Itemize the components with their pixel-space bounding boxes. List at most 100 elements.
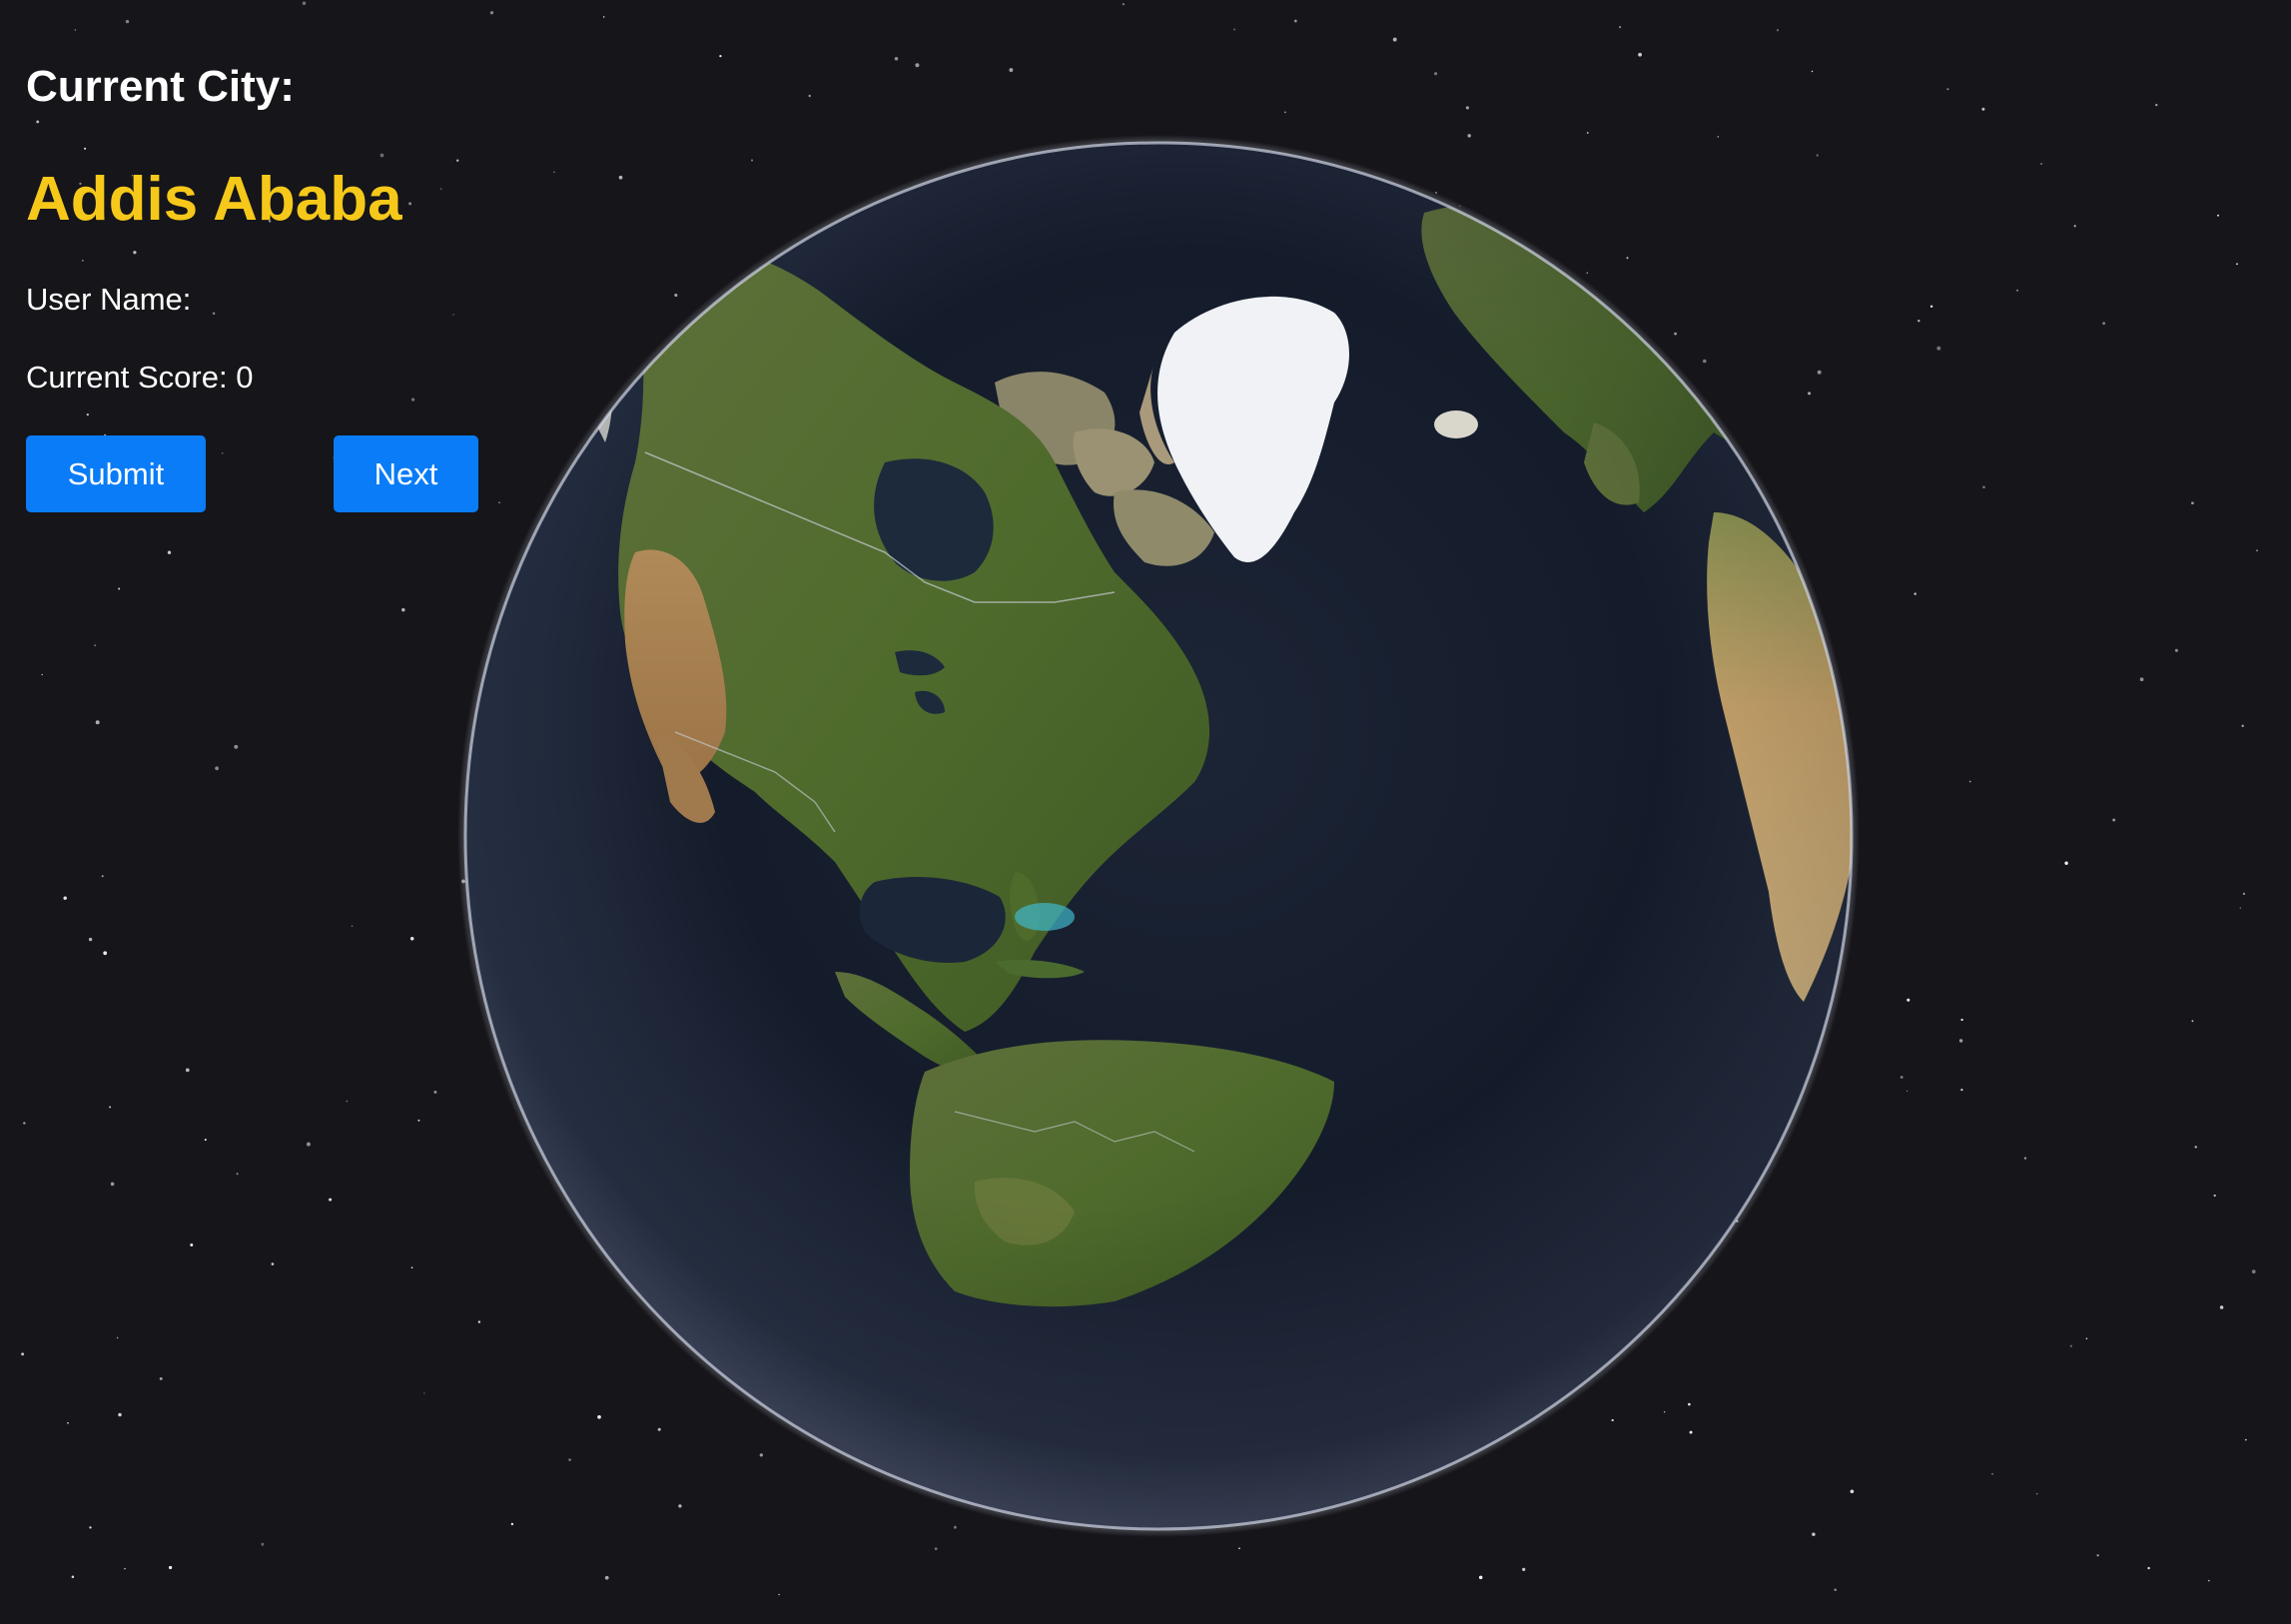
star bbox=[934, 1547, 938, 1551]
star bbox=[212, 312, 216, 316]
star bbox=[236, 1173, 239, 1176]
star bbox=[346, 1100, 349, 1103]
star bbox=[417, 1119, 420, 1122]
star bbox=[2112, 818, 2116, 822]
score-label: Current Score: bbox=[26, 360, 237, 395]
star bbox=[2241, 724, 2244, 727]
star bbox=[215, 766, 219, 771]
star bbox=[133, 251, 137, 255]
star bbox=[351, 925, 354, 927]
star bbox=[110, 1182, 115, 1187]
star bbox=[1913, 592, 1916, 595]
star bbox=[1960, 1089, 1963, 1092]
star bbox=[89, 1526, 92, 1529]
next-button[interactable]: Next bbox=[334, 435, 478, 512]
star bbox=[423, 1392, 425, 1394]
star bbox=[410, 398, 415, 402]
star bbox=[2244, 1438, 2247, 1441]
star bbox=[409, 937, 414, 941]
star bbox=[74, 29, 77, 31]
star bbox=[2219, 1305, 2224, 1309]
star bbox=[2096, 1554, 2099, 1557]
star bbox=[2155, 103, 2158, 107]
star bbox=[1936, 346, 1941, 351]
star bbox=[1238, 1547, 1240, 1550]
star bbox=[2102, 322, 2106, 326]
current-city-name: Addis Ababa bbox=[26, 165, 402, 234]
score-value: 0 bbox=[236, 360, 254, 395]
star bbox=[1434, 72, 1438, 76]
star bbox=[109, 1106, 112, 1109]
star bbox=[116, 1336, 119, 1339]
star bbox=[2213, 1194, 2216, 1198]
star bbox=[21, 1352, 25, 1356]
star bbox=[1907, 1090, 1909, 1092]
star bbox=[408, 202, 412, 206]
star bbox=[2147, 1566, 2150, 1570]
star bbox=[602, 16, 605, 18]
star bbox=[1960, 1018, 1963, 1022]
star bbox=[2139, 677, 2144, 682]
star bbox=[118, 587, 121, 590]
star bbox=[401, 607, 405, 612]
star bbox=[1834, 1588, 1837, 1592]
star bbox=[2016, 289, 2018, 292]
star bbox=[1478, 1575, 1483, 1580]
star bbox=[124, 1567, 126, 1570]
star bbox=[410, 1266, 413, 1268]
star bbox=[82, 260, 84, 262]
star bbox=[1900, 1076, 1904, 1079]
star bbox=[63, 896, 67, 900]
star bbox=[261, 1542, 265, 1546]
star bbox=[2035, 1493, 2038, 1495]
star bbox=[86, 412, 89, 416]
star bbox=[2073, 225, 2076, 228]
star bbox=[489, 11, 494, 15]
star bbox=[95, 720, 100, 725]
star bbox=[1991, 1473, 1993, 1475]
star bbox=[1009, 68, 1014, 73]
star bbox=[36, 120, 40, 124]
star bbox=[2174, 648, 2178, 652]
star bbox=[1811, 70, 1814, 73]
star bbox=[101, 875, 104, 878]
star bbox=[604, 1575, 609, 1580]
star bbox=[808, 94, 811, 98]
star bbox=[433, 1090, 437, 1094]
star bbox=[84, 147, 87, 150]
current-city-heading: Current City: bbox=[26, 62, 295, 111]
star bbox=[894, 57, 899, 61]
star bbox=[204, 1139, 207, 1142]
star bbox=[2239, 907, 2242, 909]
star bbox=[2085, 1337, 2088, 1340]
star bbox=[1233, 28, 1236, 31]
star bbox=[719, 54, 722, 58]
star bbox=[2069, 1344, 2073, 1347]
star bbox=[1917, 320, 1920, 323]
user-name-row: User Name: bbox=[26, 282, 191, 318]
earth-globe-icon[interactable] bbox=[455, 133, 1862, 1539]
star bbox=[2194, 1146, 2197, 1149]
star bbox=[118, 1412, 122, 1417]
submit-button[interactable]: Submit bbox=[26, 435, 206, 512]
star bbox=[380, 153, 384, 158]
star bbox=[2191, 501, 2194, 505]
star bbox=[1946, 88, 1949, 91]
star bbox=[1284, 111, 1286, 114]
globe-canvas[interactable] bbox=[455, 133, 1862, 1539]
star bbox=[1392, 37, 1397, 42]
star bbox=[1293, 19, 1297, 23]
star bbox=[190, 1243, 194, 1246]
star bbox=[234, 744, 239, 749]
star bbox=[1958, 1039, 1963, 1043]
star bbox=[302, 1, 307, 6]
score-row: Current Score: 0 bbox=[26, 360, 253, 396]
game-stage: Current City: Addis Ababa User Name: Cur… bbox=[0, 0, 2291, 1624]
star bbox=[88, 937, 93, 942]
star bbox=[1968, 780, 1971, 783]
star bbox=[2191, 1020, 2194, 1023]
star bbox=[1982, 485, 1985, 489]
user-name-label: User Name: bbox=[26, 282, 192, 317]
star bbox=[1122, 3, 1126, 6]
star bbox=[2040, 163, 2043, 165]
